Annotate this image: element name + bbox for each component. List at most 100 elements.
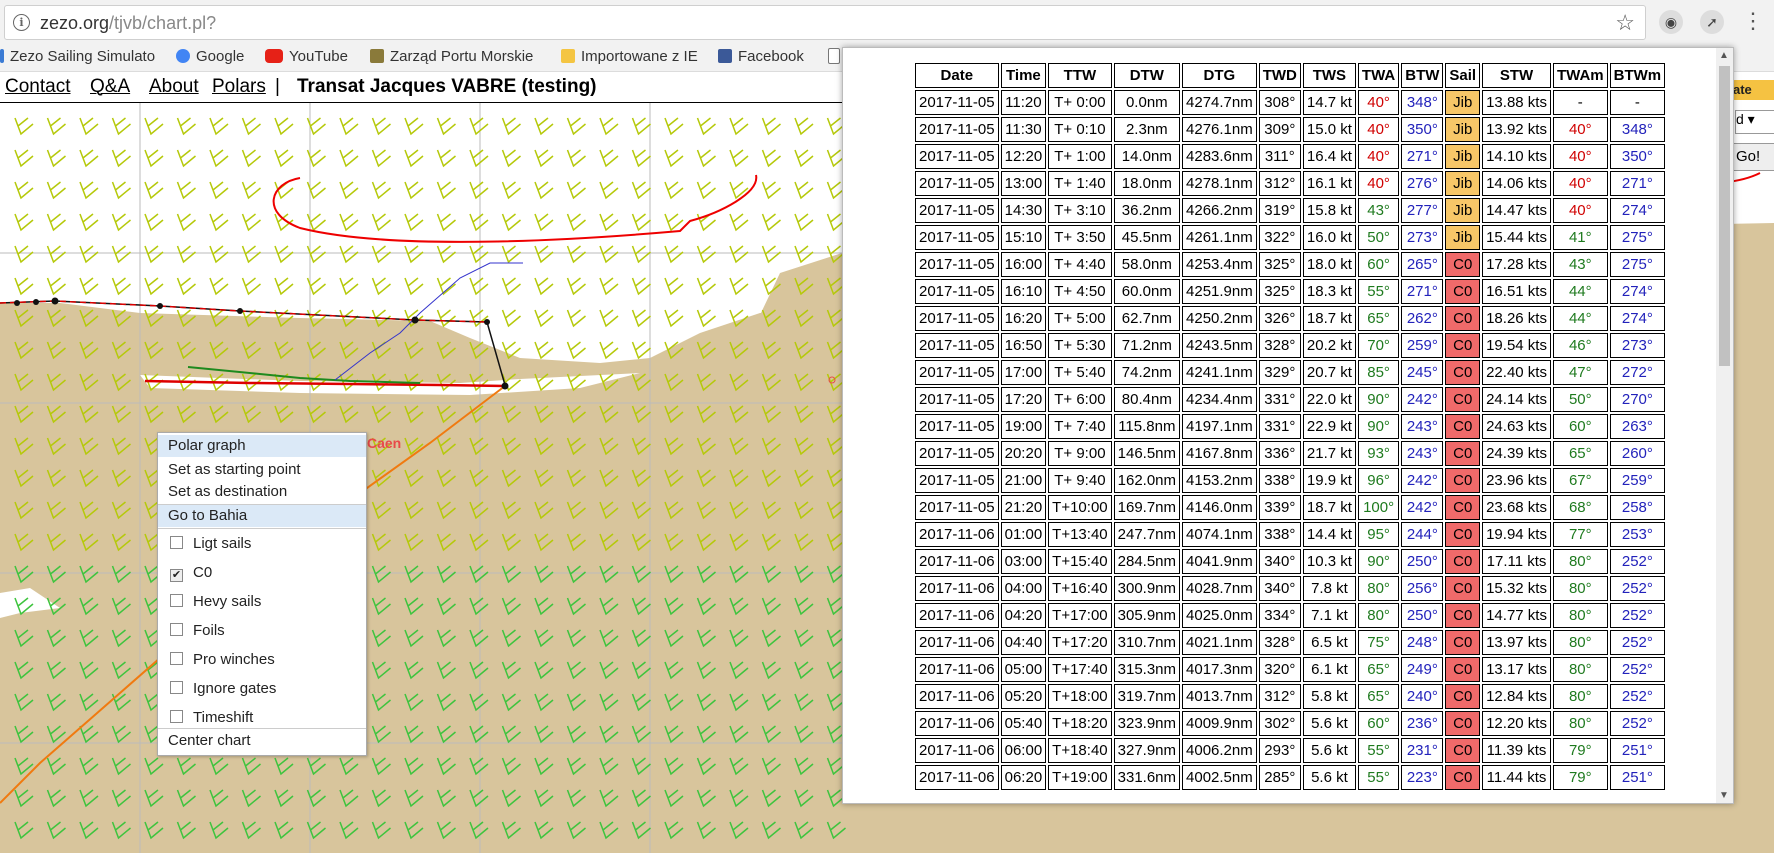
wind-barb	[566, 181, 586, 200]
table-cell: 2017-11-05	[915, 360, 999, 385]
menu-option-ignore-gates[interactable]: Ignore gates	[158, 677, 366, 701]
column-header: BTWm	[1609, 63, 1666, 88]
popup-scrollbar[interactable]: ▲ ▼	[1716, 48, 1733, 803]
bookmark-youtube[interactable]: YouTube	[265, 48, 348, 65]
extension-compass-icon[interactable]: ➚	[1700, 10, 1724, 34]
wind-barb	[436, 309, 456, 328]
nav-qa[interactable]: Q&A	[90, 76, 130, 98]
city-label: Caen	[367, 435, 401, 451]
table-cell: 22.9 kt	[1302, 414, 1356, 439]
menu-option-label: Hevy sails	[193, 593, 262, 610]
scroll-up-icon[interactable]: ▲	[1719, 50, 1729, 61]
wind-barb	[274, 277, 294, 296]
bookmark-zarzad[interactable]: Zarząd Portu Morskie	[370, 48, 533, 65]
table-cell: 328°	[1258, 630, 1301, 655]
table-cell: 272°	[1609, 360, 1666, 385]
table-cell: 16.51 kts	[1482, 279, 1551, 304]
table-cell: T+16:40	[1048, 576, 1112, 601]
menu-set-destination[interactable]: Set as destination	[158, 481, 366, 503]
menu-option-hevy-sails[interactable]: Hevy sails	[158, 590, 366, 614]
table-cell: 20:20	[1000, 441, 1047, 466]
table-cell: 4276.1nm	[1182, 117, 1257, 142]
menu-set-start[interactable]: Set as starting point	[158, 459, 366, 481]
browser-menu-icon[interactable]: ⋮	[1742, 8, 1764, 34]
menu-divider	[158, 728, 366, 729]
menu-option-pro-winches[interactable]: Pro winches	[158, 648, 366, 672]
table-row: 2017-11-06 04:00 T+16:40 300.9nm 4028.7nm 340…	[915, 576, 1666, 601]
wind-barb	[501, 277, 521, 296]
column-header: Sail	[1445, 63, 1481, 88]
table-cell: 4002.5nm	[1182, 765, 1257, 790]
checkbox-icon[interactable]	[170, 681, 183, 694]
table-cell: 2017-11-06	[915, 684, 999, 709]
star-icon[interactable]: ☆	[1615, 10, 1635, 36]
wind-barb	[209, 149, 229, 168]
extension-eye-icon[interactable]: ◉	[1659, 10, 1683, 34]
nav-about[interactable]: About	[149, 76, 199, 98]
wind-barb	[404, 117, 424, 136]
table-cell: 2017-11-06	[915, 657, 999, 682]
bookmark-zezo[interactable]: Zezo Sailing Simulato	[0, 48, 155, 65]
checkbox-icon[interactable]	[170, 710, 183, 723]
table-cell: T+19:00	[1048, 765, 1112, 790]
table-cell: 4028.7nm	[1182, 576, 1257, 601]
table-cell: T+ 1:00	[1048, 144, 1112, 169]
wind-barb	[599, 117, 619, 136]
checkbox-icon[interactable]	[170, 536, 183, 549]
menu-option-foils[interactable]: Foils	[158, 619, 366, 643]
table-cell: 21:20	[1000, 495, 1047, 520]
bookmark-google[interactable]: Google	[176, 48, 244, 65]
menu-option-ligt-sails[interactable]: Ligt sails	[158, 532, 366, 556]
table-cell: T+ 4:50	[1048, 279, 1112, 304]
wind-barb	[176, 117, 196, 136]
url-text[interactable]: zezo.org/tjvb/chart.pl?	[40, 13, 216, 34]
menu-center-chart[interactable]: Center chart	[158, 730, 366, 752]
wind-barb	[404, 277, 424, 296]
table-cell: 50°	[1552, 387, 1608, 412]
nav-polars[interactable]: Polars	[212, 76, 266, 98]
wind-barb	[729, 213, 749, 232]
table-cell: 4167.8nm	[1182, 441, 1257, 466]
table-cell: 4041.9nm	[1182, 549, 1257, 574]
table-cell: 305.9nm	[1113, 603, 1181, 628]
menu-polar-graph[interactable]: Polar graph	[158, 435, 366, 457]
table-row: 2017-11-05 15:10 T+ 3:50 45.5nm 4261.1nm 322°…	[915, 225, 1666, 250]
table-cell: 23.68 kts	[1482, 495, 1551, 520]
menu-go-to[interactable]: Go to Bahia	[158, 505, 366, 527]
table-cell: 13.88 kts	[1482, 90, 1551, 115]
table-header-row: Date Time TTW DTW DTG TWD TWS TWA BTW Sail STW TWAm…	[915, 63, 1666, 88]
menu-option-timeshift[interactable]: Timeshift	[158, 706, 366, 730]
table-cell: 2017-11-05	[915, 279, 999, 304]
checkbox-icon[interactable]	[170, 652, 183, 665]
bookmark-facebook[interactable]: Facebook	[718, 48, 804, 65]
go-button[interactable]: Go!	[1733, 143, 1774, 171]
info-icon[interactable]: i	[13, 14, 30, 31]
wind-barb	[534, 181, 554, 200]
checkbox-icon[interactable]	[170, 594, 183, 607]
table-row: 2017-11-06 06:00 T+18:40 327.9nm 4006.2nm 293…	[915, 738, 1666, 763]
wind-barb	[46, 149, 66, 168]
bookmark-importowane[interactable]: Importowane z IE	[561, 48, 698, 65]
scroll-down-icon[interactable]: ▼	[1719, 790, 1729, 801]
wind-barb	[79, 117, 99, 136]
wind-barb	[566, 277, 586, 296]
table-cell: 252°	[1609, 549, 1666, 574]
edge-select[interactable]: d ▾	[1735, 110, 1774, 134]
table-cell: 302°	[1258, 711, 1301, 736]
table-cell: 310.7nm	[1113, 630, 1181, 655]
address-bar[interactable]: i zezo.org/tjvb/chart.pl? ☆	[4, 5, 1646, 40]
table-cell: 4283.6nm	[1182, 144, 1257, 169]
wind-barb	[599, 245, 619, 264]
wind-barb	[371, 117, 391, 136]
table-cell: 2017-11-06	[915, 549, 999, 574]
menu-option-c0[interactable]: ✔ C0	[158, 561, 366, 585]
checkbox-icon[interactable]	[170, 623, 183, 636]
checkbox-checked-icon[interactable]: ✔	[170, 569, 183, 582]
wind-barb	[469, 277, 489, 296]
nav-contact[interactable]: Contact	[5, 76, 70, 98]
table-cell: 331°	[1258, 387, 1301, 412]
wind-barb	[241, 181, 261, 200]
wind-barb	[404, 149, 424, 168]
scroll-thumb[interactable]	[1719, 66, 1730, 366]
table-cell: 90°	[1357, 549, 1400, 574]
